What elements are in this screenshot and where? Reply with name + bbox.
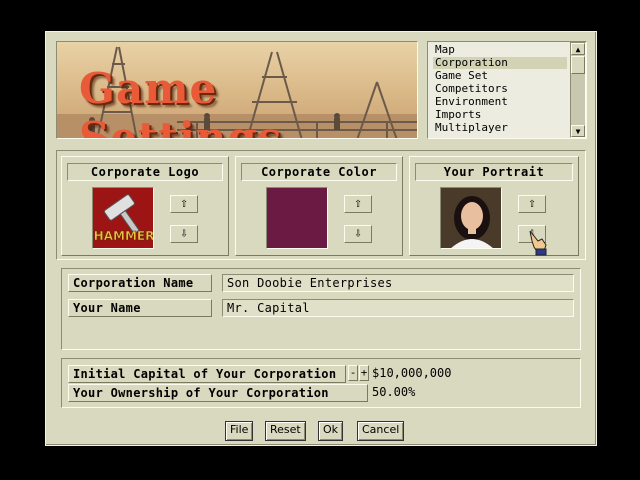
list-item-game-set[interactable]: Game Set — [433, 70, 567, 82]
corporate-logo-label: Corporate Logo — [67, 163, 223, 181]
portrait-label: Your Portrait — [415, 163, 573, 181]
corporation-name-label: Corporation Name — [68, 274, 212, 292]
list-scrollbar[interactable]: ▲ ▼ — [570, 42, 586, 138]
scroll-down-icon[interactable]: ▼ — [571, 125, 585, 137]
color-next-icon[interactable]: ⇩ — [344, 225, 372, 243]
cancel-button[interactable]: Cancel — [357, 421, 405, 441]
reset-button[interactable]: Reset — [265, 421, 306, 441]
file-button[interactable]: File — [225, 421, 254, 441]
capital-decrease-button[interactable]: - — [348, 365, 358, 381]
your-name-label: Your Name — [68, 299, 212, 317]
color-swatch — [266, 187, 328, 249]
color-prev-icon[interactable]: ⇧ — [344, 195, 372, 213]
ownership-value: 50.00% — [372, 385, 416, 399]
list-item-map[interactable]: Map — [433, 44, 567, 56]
capital-increase-button[interactable]: + — [359, 365, 369, 381]
category-list[interactable]: Map Corporation Game Set Competitors Env… — [427, 41, 587, 139]
your-name-input[interactable]: Mr. Capital — [222, 299, 574, 317]
ownership-label: Your Ownership of Your Corporation — [68, 384, 368, 402]
logo-text: HAMMER — [94, 229, 154, 243]
corporate-logo-panel: Corporate Logo HAMMER ⇧ ⇩ — [61, 156, 229, 256]
corporate-color-label: Corporate Color — [241, 163, 397, 181]
initial-capital-label: Initial Capital of Your Corporation — [68, 365, 346, 383]
ok-button[interactable]: Ok — [318, 421, 344, 441]
corporate-color-panel: Corporate Color ⇧ ⇩ — [235, 156, 403, 256]
portrait-prev-icon[interactable]: ⇧ — [518, 195, 546, 213]
list-item-multiplayer[interactable]: Multiplayer — [433, 122, 567, 134]
initial-capital-value: $10,000,000 — [372, 366, 452, 380]
scroll-up-icon[interactable]: ▲ — [571, 43, 585, 55]
corporation-name-input[interactable]: Son Doobie Enterprises — [222, 274, 574, 292]
portrait-panel: Your Portrait ⇧ ⇩ — [409, 156, 579, 256]
list-item-corporation[interactable]: Corporation — [433, 57, 567, 69]
settings-dialog: Game Settings Map Corporation Game Set C… — [45, 31, 597, 446]
scroll-thumb[interactable] — [571, 56, 585, 74]
banner-title: Game Settings — [79, 64, 283, 139]
portrait-image — [440, 187, 502, 249]
list-item-competitors[interactable]: Competitors — [433, 83, 567, 95]
settings-banner: Game Settings — [56, 41, 418, 139]
logo-prev-icon[interactable]: ⇧ — [170, 195, 198, 213]
list-item-imports[interactable]: Imports — [433, 109, 567, 121]
corporate-logo-image: HAMMER — [92, 187, 154, 249]
logo-next-icon[interactable]: ⇩ — [170, 225, 198, 243]
pointer-hand-icon — [529, 230, 547, 256]
list-item-environment[interactable]: Environment — [433, 96, 567, 108]
